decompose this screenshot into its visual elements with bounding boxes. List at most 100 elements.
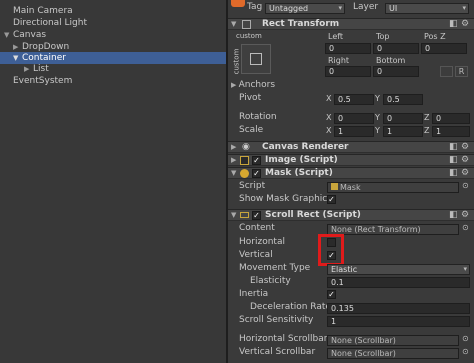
gear-icon[interactable]: ⚙	[461, 19, 469, 29]
horizontal-scrollbar-field[interactable]: None (Scrollbar)	[327, 335, 459, 346]
posz-field[interactable]: 0	[421, 43, 467, 54]
content-label: Content	[239, 223, 275, 233]
object-picker-icon[interactable]: ⊙	[462, 181, 469, 190]
bottom-field[interactable]: 0	[373, 66, 419, 77]
object-picker-icon[interactable]: ⊙	[462, 347, 469, 356]
canvas-renderer-title: Canvas Renderer	[262, 142, 349, 152]
rect-transform-title: Rect Transform	[262, 19, 340, 29]
dropdown-caret-icon: ▾	[463, 265, 467, 273]
pivot-y-label: Y	[375, 94, 380, 103]
hierarchy-item-label: Directional Light	[13, 18, 87, 28]
anchor-preset-button[interactable]	[241, 44, 271, 74]
rot-x-field[interactable]: 0	[334, 113, 374, 124]
gear-icon[interactable]: ⚙	[461, 142, 469, 152]
elasticity-field[interactable]: 0.1	[327, 277, 470, 288]
anchor-preset-icon	[250, 53, 262, 65]
left-label: Left	[328, 32, 344, 41]
hierarchy-item-canvas[interactable]: ▼ Canvas	[0, 29, 226, 41]
fold-arrow-icon[interactable]: ▼	[231, 168, 236, 179]
mask-enabled-checkbox[interactable]: ✓	[252, 169, 261, 178]
top-field[interactable]: 0	[373, 43, 419, 54]
scale-y-label: Y	[375, 126, 380, 135]
content-field[interactable]: None (Rect Transform)	[327, 224, 459, 235]
scale-label: Scale	[239, 125, 264, 135]
dropdown-caret-icon: ▾	[462, 4, 466, 12]
fold-arrow-icon[interactable]: ▶	[231, 81, 239, 89]
expand-right-icon[interactable]: ▶	[24, 63, 29, 75]
elasticity-label: Elasticity	[250, 276, 291, 286]
left-field[interactable]: 0	[325, 43, 371, 54]
vertical-scrollbar-label: Vertical Scrollbar	[239, 347, 316, 357]
tag-value: Untagged	[269, 4, 309, 13]
rot-y-label: Y	[375, 113, 380, 122]
rect-transform-header[interactable]: ▼ Rect Transform ◧ ⚙	[228, 18, 474, 30]
movement-type-dropdown[interactable]: Elastic ▾	[327, 264, 470, 275]
rotation-label: Rotation	[239, 112, 277, 122]
hierarchy-item-main-camera[interactable]: Main Camera	[0, 5, 226, 17]
object-picker-icon[interactable]: ⊙	[462, 223, 469, 232]
hierarchy-item-directional-light[interactable]: Directional Light	[0, 17, 226, 29]
image-enabled-checkbox[interactable]: ✓	[252, 156, 261, 165]
mask-script-header[interactable]: ▼ ✓ Mask (Script) ◧ ⚙	[228, 167, 474, 179]
vertical-scrollbar-field[interactable]: None (Scrollbar)	[327, 348, 459, 359]
anchors-label: Anchors	[238, 80, 276, 90]
scale-z-field[interactable]: 1	[432, 126, 470, 137]
reference-icon[interactable]: ◧	[449, 142, 458, 152]
scroll-rect-header[interactable]: ▼ ✓ Scroll Rect (Script) ◧ ⚙	[228, 209, 474, 221]
reference-icon[interactable]: ◧	[449, 168, 458, 178]
mask-icon	[240, 169, 249, 178]
fold-arrow-icon[interactable]: ▶	[231, 142, 236, 153]
gear-icon[interactable]: ⚙	[461, 155, 469, 165]
dropdown-caret-icon: ▾	[338, 4, 342, 12]
reference-icon[interactable]: ◧	[449, 210, 458, 220]
scroll-rect-icon	[240, 212, 249, 218]
horizontal-scrollbar-label: Horizontal Scrollbar	[239, 334, 328, 344]
blueprint-mode-button[interactable]	[440, 66, 453, 77]
inertia-checkbox[interactable]: ✓	[327, 290, 336, 299]
scale-x-field[interactable]: 1	[334, 126, 374, 137]
show-mask-graphic-checkbox[interactable]: ✓	[327, 195, 336, 204]
expand-down-icon[interactable]: ▼	[4, 29, 9, 41]
gear-icon[interactable]: ⚙	[461, 168, 469, 178]
inertia-label: Inertia	[239, 289, 269, 299]
raw-edit-button[interactable]: R	[455, 66, 468, 77]
layer-label: Layer	[353, 2, 379, 12]
hierarchy-item-eventsystem[interactable]: EventSystem	[0, 75, 226, 87]
hierarchy-item-label: EventSystem	[13, 76, 73, 86]
image-icon	[240, 156, 249, 165]
image-script-header[interactable]: ▶ ✓ Image (Script) ◧ ⚙	[228, 154, 474, 166]
fold-arrow-icon[interactable]: ▶	[231, 155, 236, 166]
rot-y-field[interactable]: 0	[383, 113, 423, 124]
fold-arrow-icon[interactable]: ▼	[231, 19, 236, 30]
pivot-x-field[interactable]: 0.5	[334, 94, 374, 105]
object-picker-icon[interactable]: ⊙	[462, 334, 469, 343]
top-label: Top	[376, 32, 390, 41]
tag-dropdown[interactable]: Untagged ▾	[265, 3, 345, 14]
gear-icon[interactable]: ⚙	[461, 210, 469, 220]
anchors-foldout[interactable]: ▶ Anchors	[231, 80, 275, 91]
scroll-sensitivity-field[interactable]: 1	[327, 316, 470, 327]
movement-type-value: Elastic	[331, 265, 358, 274]
canvas-renderer-header[interactable]: ▶ ◉ Canvas Renderer ◧ ⚙	[228, 141, 474, 153]
posz-label: Pos Z	[424, 32, 446, 41]
mask-script-label: Script	[239, 181, 266, 191]
right-field[interactable]: 0	[325, 66, 371, 77]
horizontal-label: Horizontal	[239, 237, 285, 247]
pivot-x-label: X	[326, 94, 332, 103]
deceleration-rate-field[interactable]: 0.135	[327, 303, 470, 314]
fold-arrow-icon[interactable]: ▼	[231, 210, 236, 221]
hierarchy-item-label: Canvas	[13, 30, 47, 40]
scroll-rect-enabled-checkbox[interactable]: ✓	[252, 211, 261, 220]
hierarchy-item-label: List	[33, 64, 49, 74]
scroll-sensitivity-label: Scroll Sensitivity	[239, 315, 314, 325]
pivot-y-field[interactable]: 0.5	[383, 94, 423, 105]
hierarchy-item-list[interactable]: ▶ List	[0, 63, 226, 75]
layer-dropdown[interactable]: UI ▾	[385, 3, 469, 14]
reference-icon[interactable]: ◧	[449, 19, 458, 29]
script-icon	[331, 183, 338, 190]
inspector-panel: Tag Untagged ▾ Layer UI ▾ ▼ Rect Transform…	[228, 0, 474, 363]
reference-icon[interactable]: ◧	[449, 155, 458, 165]
mask-script-field[interactable]: Mask	[327, 182, 459, 193]
rot-z-field[interactable]: 0	[432, 113, 470, 124]
scale-y-field[interactable]: 1	[383, 126, 423, 137]
